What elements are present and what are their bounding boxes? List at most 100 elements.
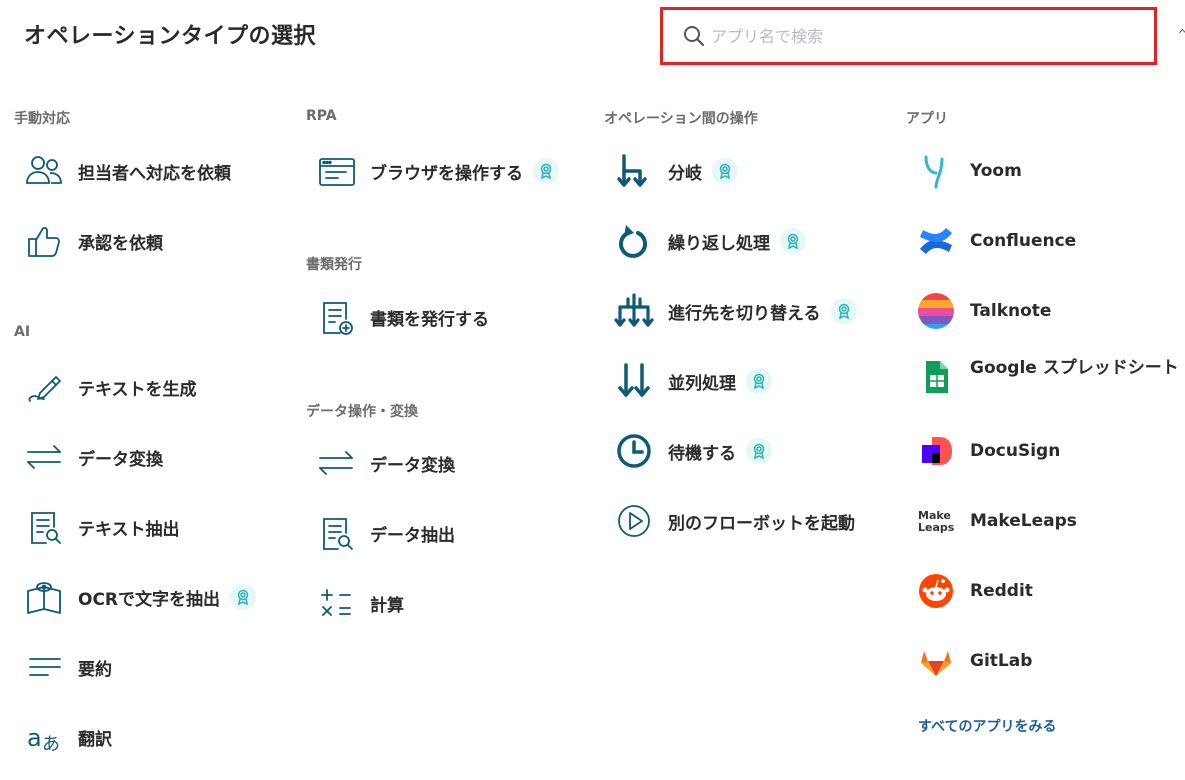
- app-gitlab[interactable]: GitLab: [916, 636, 1032, 686]
- op-label: OCRで文字を抽出: [78, 589, 221, 610]
- translate-icon: a あ: [24, 717, 64, 757]
- category-data-ops: データ操作・変換: [306, 404, 418, 420]
- op-translate[interactable]: a あ 翻訳: [24, 712, 112, 762]
- app-label: Confluence: [970, 231, 1077, 251]
- op-label: 待機する: [668, 443, 736, 464]
- lines-icon: [24, 647, 64, 687]
- category-manual: 手動対応: [14, 111, 70, 127]
- app-docusign[interactable]: DocuSign: [916, 426, 1060, 476]
- op-label: 別のフローボットを起動: [668, 513, 855, 534]
- branch-icon: [614, 151, 654, 191]
- app-google-sheets[interactable]: Google スプレッドシート: [916, 352, 1179, 402]
- premium-badge-icon: [746, 438, 772, 464]
- op-label: 分岐: [668, 163, 702, 184]
- category-apps: アプリ: [906, 111, 948, 127]
- op-label: データ変換: [78, 449, 163, 470]
- app-label: Google スプレッドシート: [970, 357, 1179, 378]
- search-icon: [684, 26, 705, 47]
- op-label: 担当者へ対応を依頼: [78, 163, 231, 184]
- browser-icon: [316, 151, 356, 191]
- app-label: Yoom: [970, 161, 1022, 181]
- op-label: 翻訳: [78, 729, 112, 750]
- talknote-logo-icon: [916, 291, 956, 331]
- premium-badge-icon: [746, 368, 772, 394]
- op-loop[interactable]: 繰り返し処理: [614, 216, 806, 266]
- confluence-logo-icon: [916, 221, 956, 261]
- page-title: オペレーションタイプの選択: [24, 24, 317, 49]
- chevron-icon: [1178, 28, 1185, 37]
- op-calculate[interactable]: 計算: [316, 578, 404, 628]
- svg-text:あ: あ: [42, 734, 60, 755]
- app-confluence[interactable]: Confluence: [916, 216, 1076, 266]
- op-request-assignee[interactable]: 担当者へ対応を依頼: [24, 146, 231, 196]
- app-label: DocuSign: [970, 441, 1061, 461]
- op-ocr-extract[interactable]: OCRで文字を抽出: [24, 572, 257, 622]
- op-wait[interactable]: 待機する: [614, 426, 772, 476]
- pen-icon: [24, 367, 64, 407]
- op-issue-document[interactable]: 書類を発行する: [316, 292, 489, 342]
- swap-arrows-icon: [24, 437, 64, 477]
- swap-arrows-icon: [316, 443, 356, 483]
- op-label: 計算: [370, 595, 404, 616]
- op-label: 書類を発行する: [370, 309, 489, 330]
- op-label: 繰り返し処理: [668, 233, 770, 254]
- app-label: Talknote: [970, 301, 1052, 321]
- makeleaps-logo-icon: Make Leaps: [916, 501, 956, 541]
- document-search-icon: [24, 507, 64, 547]
- loop-icon: [614, 221, 654, 261]
- app-label: GitLab: [970, 651, 1033, 671]
- app-label: Reddit: [970, 581, 1033, 601]
- yoom-logo-icon: [916, 151, 956, 191]
- switch-route-icon: [614, 291, 654, 331]
- gitlab-logo-icon: [916, 641, 956, 681]
- op-branch[interactable]: 分岐: [614, 146, 738, 196]
- op-request-approval[interactable]: 承認を依頼: [24, 216, 163, 266]
- premium-badge-icon: [712, 158, 738, 184]
- parallel-icon: [614, 361, 654, 401]
- category-flow-ops: オペレーション間の操作: [604, 111, 758, 127]
- category-ai: AI: [14, 324, 31, 340]
- op-launch-flowbot[interactable]: 別のフローボットを起動: [614, 496, 855, 546]
- premium-badge-icon: [780, 228, 806, 254]
- premium-badge-icon: [230, 584, 257, 610]
- search-input[interactable]: [711, 20, 1131, 52]
- calculator-icon: [316, 583, 356, 623]
- op-generate-text[interactable]: テキストを生成: [24, 362, 197, 412]
- app-reddit[interactable]: Reddit: [916, 566, 1033, 616]
- op-label: ブラウザを操作する: [370, 163, 523, 184]
- op-label: テキスト抽出: [78, 519, 180, 540]
- document-plus-icon: [316, 297, 356, 337]
- svg-text:Leaps: Leaps: [918, 521, 955, 534]
- premium-badge-icon: [533, 158, 559, 184]
- app-yoom[interactable]: Yoom: [916, 146, 1022, 196]
- op-parallel[interactable]: 並列処理: [614, 356, 772, 406]
- clock-icon: [614, 431, 654, 471]
- op-summarize[interactable]: 要約: [24, 642, 112, 692]
- op-label: 進行先を切り替える: [668, 303, 821, 324]
- view-all-apps-link[interactable]: すべてのアプリをみる: [918, 716, 1056, 736]
- op-label: 要約: [78, 659, 112, 680]
- svg-text:a: a: [27, 724, 42, 752]
- op-ai-data-convert[interactable]: データ変換: [24, 432, 163, 482]
- thumbs-up-icon: [24, 221, 64, 261]
- op-label: 承認を依頼: [78, 233, 163, 254]
- people-icon: [24, 151, 64, 191]
- app-label: MakeLeaps: [970, 511, 1077, 531]
- op-label: テキストを生成: [78, 379, 197, 400]
- play-icon: [614, 501, 654, 541]
- op-label: データ変換: [370, 455, 455, 476]
- op-label: 並列処理: [668, 373, 736, 394]
- op-data-extract[interactable]: データ抽出: [316, 508, 455, 558]
- google-sheets-logo-icon: [916, 357, 956, 397]
- op-data-convert[interactable]: データ変換: [316, 438, 455, 488]
- document-search-icon: [316, 513, 356, 553]
- search-box[interactable]: [660, 7, 1157, 65]
- category-documents: 書類発行: [306, 257, 362, 273]
- op-browser[interactable]: ブラウザを操作する: [316, 146, 559, 196]
- op-extract-text[interactable]: テキスト抽出: [24, 502, 180, 552]
- reddit-logo-icon: [916, 571, 956, 611]
- book-eye-icon: [24, 577, 64, 617]
- app-talknote[interactable]: Talknote: [916, 286, 1051, 336]
- app-makeleaps[interactable]: Make Leaps MakeLeaps: [916, 496, 1077, 546]
- op-switch-route[interactable]: 進行先を切り替える: [614, 286, 857, 336]
